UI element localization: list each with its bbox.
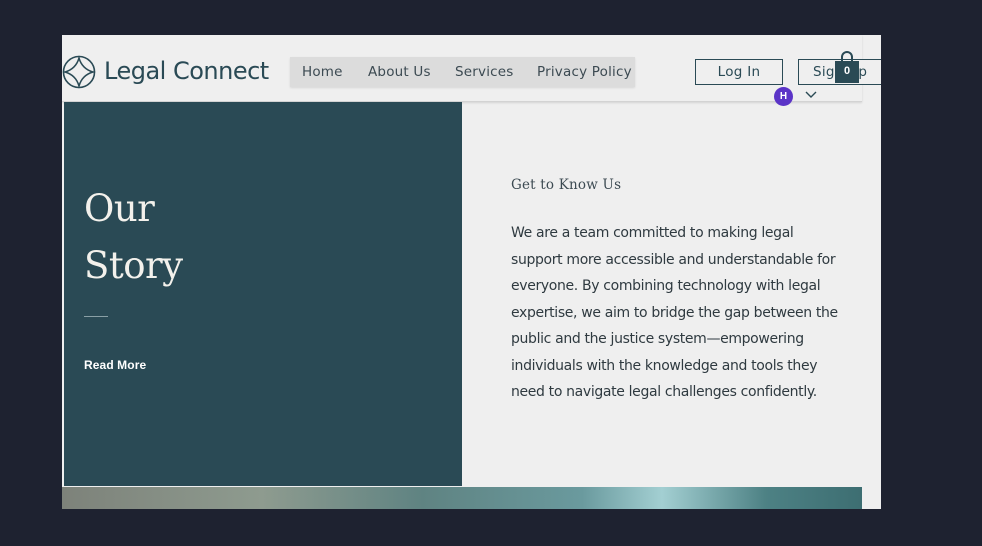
story-title: Our Story [84, 180, 183, 294]
hero-image-strip [62, 487, 862, 509]
user-avatar[interactable]: H [774, 87, 793, 106]
cart-button[interactable]: 0 [834, 49, 860, 85]
divider [84, 316, 108, 317]
nav-item-about-us[interactable]: About Us [368, 64, 431, 80]
our-story-panel: Our Story Read More [64, 102, 462, 486]
section-kicker: Get to Know Us [511, 177, 622, 193]
site-page: Legal Connect Home About Us Services Pri… [62, 35, 881, 509]
read-more-link[interactable]: Read More [84, 358, 146, 372]
main-nav: Home About Us Services Privacy Policy [290, 57, 635, 87]
login-button[interactable]: Log In [695, 59, 783, 85]
story-title-line-2: Story [84, 244, 183, 287]
nav-item-services[interactable]: Services [455, 64, 514, 80]
cross-circle-logo-icon[interactable] [62, 55, 96, 89]
chevron-down-icon[interactable] [804, 89, 818, 101]
nav-item-privacy-policy[interactable]: Privacy Policy [537, 64, 632, 80]
nav-item-home[interactable]: Home [302, 64, 343, 80]
story-title-line-1: Our [84, 187, 155, 230]
cart-count: 0 [843, 65, 851, 77]
about-paragraph: We are a team committed to making legal … [511, 225, 838, 400]
site-header: Legal Connect Home About Us Services Pri… [62, 35, 881, 106]
brand-name[interactable]: Legal Connect [104, 57, 269, 85]
